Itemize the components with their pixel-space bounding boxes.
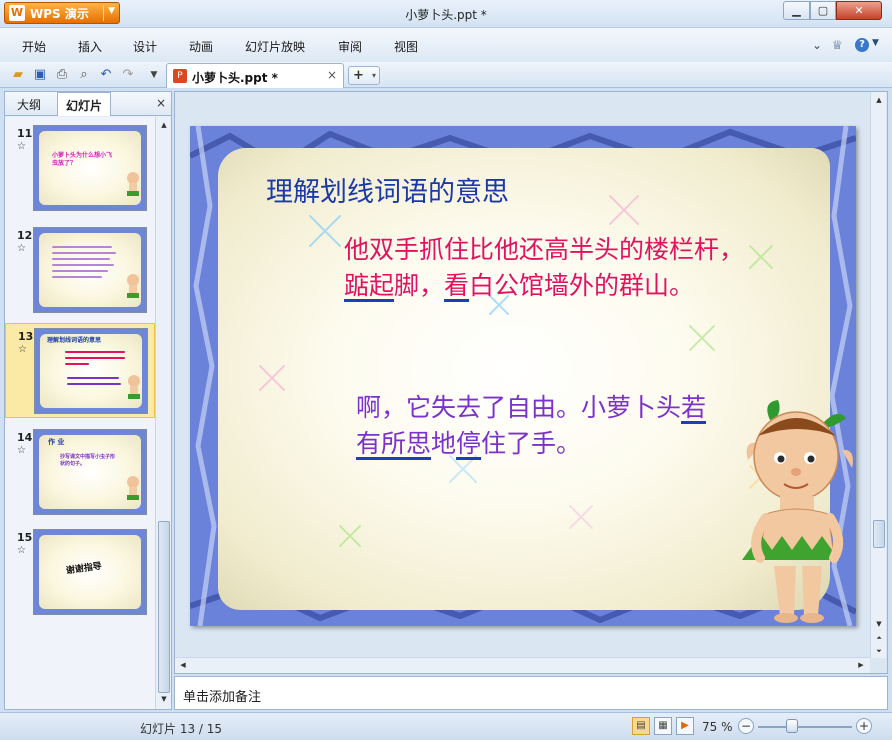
editor-vertical-scrollbar[interactable]: ▲ ▼ ⏶ ⏷ — [870, 92, 886, 658]
minimize-button[interactable]: ▁ — [783, 1, 810, 20]
slide-paragraph-2[interactable]: 啊，它失去了自由。小萝卜头若有所思地停住了手。 — [356, 390, 716, 462]
scroll-right-icon[interactable]: ▶ — [855, 659, 867, 671]
status-bar: 幻灯片 13 / 15 ▤ ▦ ▶ 75 % − + — [0, 712, 892, 740]
save-icon[interactable]: ▣ — [32, 67, 48, 83]
tab-outline[interactable]: 大纲 — [17, 96, 41, 113]
plus-icon: + — [353, 68, 364, 83]
thumbnail-slide-15[interactable]: 15 ☆ 谢谢指导 — [5, 525, 155, 620]
slide-paragraph-1[interactable]: 他双手抓住比他还高半头的楼栏杆，踮起脚，看白公馆墙外的群山。 — [344, 232, 744, 304]
skin-icon[interactable]: ♕ — [832, 38, 843, 52]
slide-thumbnail: 小萝卜头为什么想小飞虫放了？ — [33, 125, 147, 211]
close-button[interactable]: ✕ — [836, 1, 882, 20]
scroll-up-icon[interactable]: ▲ — [873, 94, 885, 106]
underlined-word: 看 — [444, 271, 470, 300]
cartoon-boy-icon — [126, 274, 140, 304]
tab-slides[interactable]: 幻灯片 — [57, 92, 112, 116]
new-tab-button[interactable]: + ▾ — [348, 66, 380, 85]
notes-placeholder: 单击添加备注 — [183, 690, 262, 705]
scrollbar-thumb[interactable] — [158, 521, 170, 693]
close-panel-icon[interactable]: × — [156, 96, 166, 110]
scrollbar-thumb[interactable] — [873, 520, 885, 548]
thumbnail-slide-11[interactable]: 11 ☆ 小萝卜头为什么想小飞虫放了？ — [5, 121, 155, 216]
cartoon-boy-icon — [742, 400, 853, 623]
menu-home[interactable]: 开始 — [22, 38, 46, 55]
zoom-slider-handle[interactable] — [786, 719, 798, 733]
star-icon: ☆ — [17, 445, 26, 456]
close-icon: ✕ — [854, 4, 864, 17]
slideshow-view-icon[interactable]: ▶ — [676, 717, 694, 735]
ppt-file-icon: P — [173, 69, 187, 83]
maximize-icon: ▢ — [817, 4, 829, 17]
menu-design[interactable]: 设计 — [133, 38, 157, 55]
quick-access-toolbar: ▰ ▣ ⎙ ⌕ ↶ ↷ ▼ P 小萝卜头.ppt * × + ▾ — [0, 62, 892, 88]
cartoon-boy-icon — [126, 172, 140, 202]
maximize-button[interactable]: ▢ — [810, 1, 836, 20]
open-folder-icon[interactable]: ▰ — [10, 67, 26, 83]
zoom-out-button[interactable]: − — [738, 718, 754, 734]
slide-editor: 理解划线词语的意思 他双手抓住比他还高半头的楼栏杆，踮起脚，看白公馆墙外的群山。… — [174, 91, 888, 674]
menu-bar: 开始 插入 设计 动画 幻灯片放映 审阅 视图 ⌄ ♕ ? ▼ — [0, 28, 892, 62]
print-icon[interactable]: ⎙ — [54, 67, 70, 83]
slide-thumbnail — [33, 227, 147, 313]
cartoon-boy-icon — [127, 375, 141, 405]
document-tab-label: 小萝卜头.ppt * — [192, 71, 278, 85]
zoom-in-button[interactable]: + — [856, 718, 872, 734]
slides-panel: 大纲 幻灯片 × 11 ☆ 小萝卜头为什么想小飞虫放了？ 12 ☆ 13 ☆ 理… — [4, 91, 172, 710]
scroll-down-icon[interactable]: ▼ — [873, 618, 885, 630]
slide-thumbnail: 谢谢指导 — [33, 529, 147, 615]
print-preview-icon[interactable]: ⌕ — [76, 67, 92, 83]
document-tab[interactable]: P 小萝卜头.ppt * × — [166, 63, 344, 88]
zoom-slider-track[interactable] — [758, 726, 852, 728]
thumbnail-scrollbar[interactable]: ▲ ▼ — [155, 117, 171, 709]
slide-thumbnail: 作 业 抄写课文中描写小虫子形状的句子。 — [33, 429, 147, 515]
star-icon: ☆ — [18, 344, 27, 355]
normal-view-icon[interactable]: ▤ — [632, 717, 650, 735]
slide-sorter-view-icon[interactable]: ▦ — [654, 717, 672, 735]
panel-tabs: 大纲 幻灯片 × — [5, 92, 171, 116]
next-slide-icon[interactable]: ⏷ — [873, 645, 885, 657]
title-bar: W WPS 演示 ▼ 小萝卜头.ppt * ▁ ▢ ✕ — [0, 0, 892, 28]
undo-icon[interactable]: ↶ — [98, 67, 114, 83]
redo-icon[interactable]: ↷ — [120, 67, 136, 83]
zoom-level: 75 % — [702, 720, 733, 734]
close-tab-icon[interactable]: × — [327, 68, 337, 82]
menu-view[interactable]: 视图 — [394, 38, 418, 55]
cartoon-boy-icon — [126, 476, 140, 506]
previous-slide-icon[interactable]: ⏶ — [873, 632, 885, 644]
help-icon[interactable]: ? — [855, 38, 869, 52]
scroll-up-icon[interactable]: ▲ — [158, 119, 170, 131]
menu-slideshow[interactable]: 幻灯片放映 — [245, 38, 305, 55]
window-title: 小萝卜头.ppt * — [405, 8, 487, 22]
slide-thumbnail: 理解划线词语的意思 — [34, 328, 148, 414]
slide-title[interactable]: 理解划线词语的意思 — [266, 170, 509, 209]
underlined-word: 停 — [456, 429, 482, 458]
scroll-down-icon[interactable]: ▼ — [158, 693, 170, 705]
star-icon: ☆ — [17, 141, 26, 152]
star-icon: ☆ — [17, 243, 26, 254]
thumbnail-list: 11 ☆ 小萝卜头为什么想小飞虫放了？ 12 ☆ 13 ☆ 理解划线词语的意思 … — [5, 117, 155, 709]
thumbnail-slide-13[interactable]: 13 ☆ 理解划线词语的意思 — [5, 323, 155, 418]
menu-insert[interactable]: 插入 — [78, 38, 102, 55]
minimize-icon: ▁ — [792, 4, 801, 17]
menu-review[interactable]: 审阅 — [338, 38, 362, 55]
help-dropdown-icon[interactable]: ▼ — [872, 38, 879, 48]
underlined-word: 踮起 — [344, 271, 395, 300]
customize-dropdown-icon[interactable]: ▼ — [146, 67, 162, 83]
thumbnail-slide-12[interactable]: 12 ☆ — [5, 223, 155, 318]
editor-horizontal-scrollbar[interactable]: ◀ ▶ — [175, 657, 870, 673]
thumbnail-slide-14[interactable]: 14 ☆ 作 业 抄写课文中描写小虫子形状的句子。 — [5, 425, 155, 520]
chevron-down-icon: ▾ — [371, 71, 376, 80]
slide-counter: 幻灯片 13 / 15 — [140, 722, 223, 736]
star-icon: ☆ — [17, 545, 26, 556]
notes-pane[interactable]: 单击添加备注 — [174, 676, 888, 710]
current-slide[interactable]: 理解划线词语的意思 他双手抓住比他还高半头的楼栏杆，踮起脚，看白公馆墙外的群山。… — [190, 126, 856, 626]
scroll-left-icon[interactable]: ◀ — [177, 659, 189, 671]
menu-animation[interactable]: 动画 — [189, 38, 213, 55]
chevron-down-icon[interactable]: ⌄ — [812, 38, 822, 52]
